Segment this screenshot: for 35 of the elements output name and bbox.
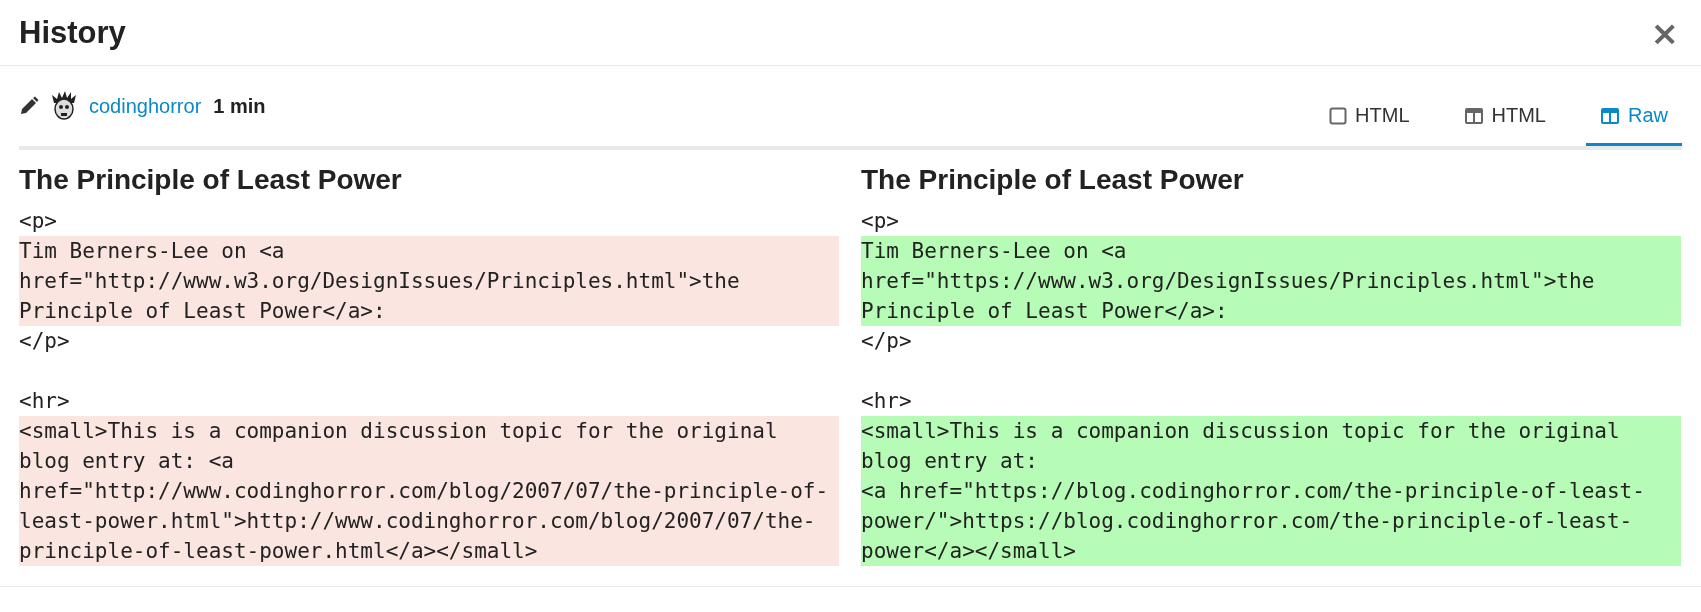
code-line: </p> [861,328,913,355]
code-line: least-power.html">http://www.codinghorror.com/blog/2007/07/the- [19,508,817,535]
code-line: Principle of Least Power</a>: [19,298,387,325]
columns-icon [1600,106,1620,125]
code-line: <p> [19,208,58,235]
code-line: </p> [19,328,71,355]
columns-icon [1463,106,1484,125]
code-line: power</a></small> [861,538,1077,565]
view-tab[interactable]: HTML [1315,88,1424,146]
square-icon [1329,106,1348,125]
code-line: href="https://www.w3.org/DesignIssues/Principles.html">the [861,268,1596,295]
code-line: <small>This is a companion discussion topic for the original [861,418,1621,445]
close-button[interactable]: × [1646,12,1683,53]
username-link[interactable]: codinghorror [89,94,202,118]
code-line: blog entry at: <a [19,448,235,475]
revision-age: 1 min [213,94,266,118]
code-line: <p> [861,208,900,235]
pencil-icon [19,96,39,116]
code-line: <hr> [861,388,913,415]
code-line: href="http://www.codinghorror.com/blog/2007/07/the-principle-of- [19,478,830,505]
code-line: <small>This is a companion discussion topic for the original [19,418,779,445]
code-line: power/">https://blog.codinghorror.com/the-principle-of-least- [861,508,1634,535]
code-line: <a href="https://blog.codinghorror.com/the-principle-of-least- [861,478,1646,505]
code-line: Tim Berners-Lee on <a [861,238,1128,265]
code-line: principle-of-least-power.html</a></small> [19,538,539,565]
post-title: The Principle of Least Power [19,164,403,196]
view-tab[interactable]: HTML [1449,88,1560,146]
avatar-icon [51,91,77,121]
code-line: blog entry at: [861,448,1039,475]
code-line: <hr> [19,388,71,415]
modal-title: History [19,14,126,51]
code-line: Principle of Least Power</a>: [861,298,1229,325]
code-line: Tim Berners-Lee on <a [19,238,286,265]
code-line: href="http://www.w3.org/DesignIssues/Principles.html">the [19,268,741,295]
post-title: The Principle of Least Power [861,164,1245,196]
